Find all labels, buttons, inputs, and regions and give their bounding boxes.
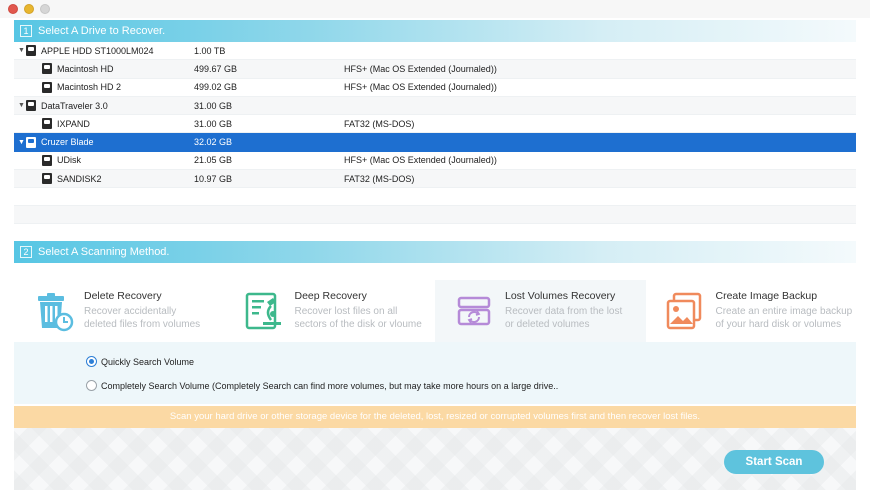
volume-icon — [42, 63, 52, 75]
method-description: Recover data from the lost or deleted vo… — [505, 306, 623, 330]
usb-drive-icon — [26, 136, 36, 148]
volume-row-ixpand[interactable]: IXPAND 31.00 GB FAT32 (MS-DOS) — [14, 115, 856, 134]
start-scan-button[interactable]: Start Scan — [724, 450, 824, 474]
drive-size: 1.00 TB — [194, 45, 226, 56]
quick-search-option[interactable]: Quickly Search Volume — [86, 356, 194, 367]
volume-icon — [42, 81, 52, 93]
method-title: Create Image Backup — [715, 290, 818, 302]
volume-row-sandisk2[interactable]: SANDISK2 10.97 GB FAT32 (MS-DOS) — [14, 170, 856, 189]
drive-row-datatraveler[interactable]: ▼ DataTraveler 3.0 31.00 GB — [14, 96, 856, 116]
complete-search-option[interactable]: Completely Search Volume (Completely Sea… — [86, 380, 558, 391]
drive-name: APPLE HDD ST1000LM024 — [41, 45, 154, 56]
drive-name: DataTraveler 3.0 — [41, 100, 108, 111]
volume-row-macintosh-hd[interactable]: Macintosh HD 499.67 GB HFS+ (Mac OS Exte… — [14, 60, 856, 79]
info-banner: Scan your hard drive or other storage de… — [14, 406, 856, 428]
volume-name: Macintosh HD 2 — [57, 82, 122, 93]
title-bar — [0, 0, 870, 18]
method-title: Deep Recovery — [294, 290, 367, 302]
zoom-window-button[interactable] — [40, 4, 50, 14]
method-deep-recovery[interactable]: Deep Recovery Recover lost files on all … — [225, 280, 436, 342]
volume-size: 21.05 GB — [194, 155, 233, 166]
volume-row-macintosh-hd-2[interactable]: Macintosh HD 2 499.02 GB HFS+ (Mac OS Ex… — [14, 79, 856, 97]
scan-methods: Delete Recovery Recover accidentally del… — [14, 280, 856, 342]
radio-button[interactable] — [86, 380, 97, 391]
volume-name: SANDISK2 — [57, 173, 102, 184]
quick-search-label: Quickly Search Volume — [101, 356, 195, 367]
volume-size: 31.00 GB — [194, 118, 233, 129]
empty-row — [14, 206, 856, 225]
volume-size: 10.97 GB — [194, 173, 233, 184]
close-window-button[interactable] — [8, 4, 18, 14]
radio-button-selected[interactable] — [86, 356, 97, 367]
method-create-image-backup[interactable]: Create Image Backup Create an entire ima… — [646, 280, 857, 342]
volume-filesystem: HFS+ (Mac OS Extended (Journaled)) — [344, 155, 497, 166]
volume-name: IXPAND — [57, 118, 90, 129]
expand-triangle-icon[interactable]: ▼ — [14, 139, 26, 146]
drive-list: ▼ APPLE HDD ST1000LM024 1.00 TB Macintos… — [14, 42, 856, 225]
document-microscope-icon — [245, 292, 281, 330]
drive-refresh-icon — [457, 296, 491, 326]
scan-options-panel: Quickly Search Volume Completely Search … — [14, 342, 856, 404]
step-number: 2 — [20, 246, 32, 258]
drive-name: Cruzer Blade — [41, 137, 94, 148]
volume-filesystem: FAT32 (MS-DOS) — [344, 118, 415, 129]
usb-drive-icon — [26, 100, 36, 112]
volume-filesystem: HFS+ (Mac OS Extended (Journaled)) — [344, 63, 497, 74]
volume-filesystem: HFS+ (Mac OS Extended (Journaled)) — [344, 82, 497, 93]
scan-method-section-header: 2 Select A Scanning Method. — [14, 241, 856, 263]
method-title: Lost Volumes Recovery — [505, 290, 616, 302]
minimize-window-button[interactable] — [24, 4, 34, 14]
method-description: Recover lost files on all sectors of the… — [294, 306, 422, 330]
method-lost-volumes-recovery[interactable]: Lost Volumes Recovery Recover data from … — [435, 280, 646, 342]
step-number: 1 — [20, 25, 32, 37]
volume-name: UDisk — [57, 155, 81, 166]
hard-drive-icon — [26, 45, 36, 57]
empty-row — [14, 188, 856, 207]
drive-section-header: 1 Select A Drive to Recover. — [14, 20, 856, 42]
drive-row-apple-hdd[interactable]: ▼ APPLE HDD ST1000LM024 1.00 TB — [14, 42, 856, 61]
drive-row-cruzer-blade[interactable]: ▼ Cruzer Blade 32.02 GB — [14, 133, 856, 152]
volume-size: 499.67 GB — [194, 63, 238, 74]
volume-icon — [42, 154, 52, 166]
section-title: Select A Drive to Recover. — [38, 25, 166, 37]
trash-clock-icon — [38, 293, 74, 332]
complete-search-label: Completely Search Volume (Completely Sea… — [101, 380, 559, 391]
volume-size: 499.02 GB — [194, 82, 238, 93]
method-delete-recovery[interactable]: Delete Recovery Recover accidentally del… — [14, 280, 225, 342]
method-title: Delete Recovery — [84, 290, 162, 302]
drive-size: 31.00 GB — [194, 100, 233, 111]
volume-icon — [42, 118, 52, 130]
volume-icon — [42, 173, 52, 185]
volume-row-udisk[interactable]: UDisk 21.05 GB HFS+ (Mac OS Extended (Jo… — [14, 152, 856, 171]
volume-filesystem: FAT32 (MS-DOS) — [344, 173, 415, 184]
method-description: Create an entire image backup of your ha… — [715, 306, 853, 330]
drive-size: 32.02 GB — [194, 137, 233, 148]
expand-triangle-icon[interactable]: ▼ — [14, 102, 26, 109]
image-backup-icon — [666, 292, 701, 330]
volume-name: Macintosh HD — [57, 63, 114, 74]
method-description: Recover accidentally deleted files from … — [84, 306, 201, 330]
expand-triangle-icon[interactable]: ▼ — [14, 47, 26, 54]
section-title: Select A Scanning Method. — [38, 246, 170, 258]
